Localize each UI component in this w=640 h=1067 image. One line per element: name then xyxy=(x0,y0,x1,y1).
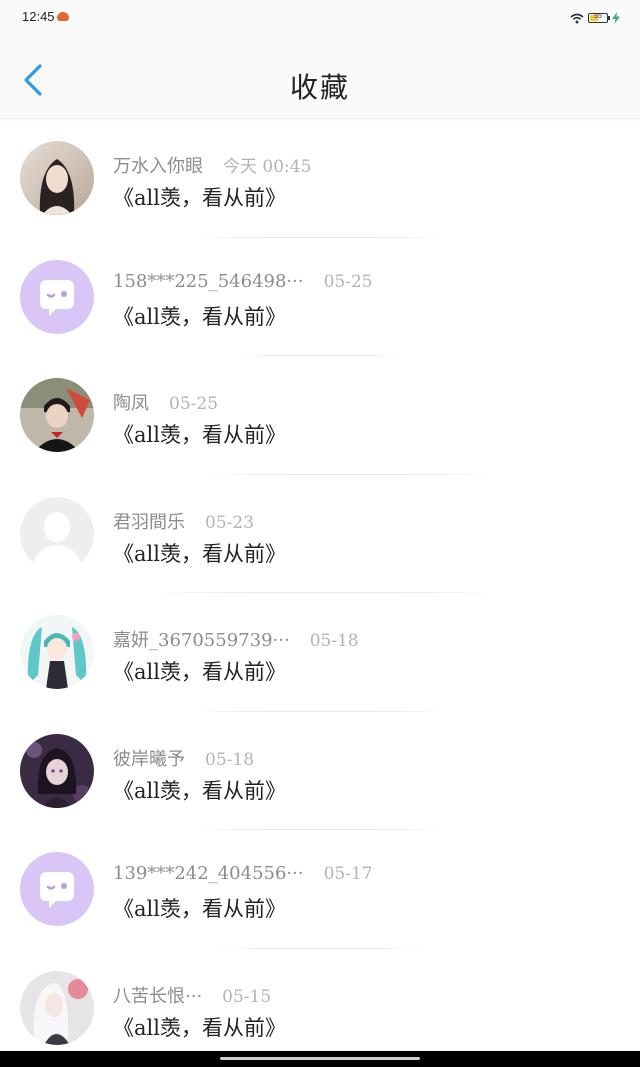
list-item[interactable]: 万水入你眼 今天 00:45 《all羡，看从前》 xyxy=(0,119,640,238)
default-person-avatar xyxy=(20,496,94,571)
username[interactable]: 万水入你眼 xyxy=(113,152,203,178)
battery-icon: 55 xyxy=(588,13,610,23)
item-time: 05-15 xyxy=(222,986,272,1007)
favorites-list: 万水入你眼 今天 00:45 《all羡，看从前》 158***225_5464… xyxy=(0,119,640,1067)
book-title[interactable]: 《all羡，看从前》 xyxy=(113,301,286,331)
item-time: 05-17 xyxy=(323,864,373,884)
avatar[interactable] xyxy=(20,615,94,689)
book-title[interactable]: 《all羡，看从前》 xyxy=(113,419,286,449)
item-time: 05-25 xyxy=(323,271,373,292)
list-item[interactable]: 君羽間乐 05-23 《all羡，看从前》 xyxy=(0,475,640,593)
username[interactable]: 158***225_546498··· xyxy=(113,271,304,292)
list-item[interactable]: 139***242_404556··· 05-17 《all羡，看从前》 xyxy=(0,830,640,949)
username[interactable]: 彼岸曦予 xyxy=(113,745,185,771)
username[interactable]: 君羽間乐 xyxy=(113,508,185,534)
username[interactable]: 139***242_404556··· xyxy=(113,863,304,884)
username[interactable]: 嘉妍_3670559739··· xyxy=(113,626,290,652)
avatar[interactable] xyxy=(20,141,94,215)
avatar[interactable] xyxy=(20,733,94,808)
status-icons: 55 xyxy=(570,10,620,26)
avatar[interactable] xyxy=(20,852,94,926)
item-time: 05-18 xyxy=(309,631,359,651)
default-chat-avatar xyxy=(20,852,94,926)
avatar[interactable] xyxy=(20,259,94,334)
item-meta: 彼岸曦予 05-18 xyxy=(113,745,254,771)
anime-white-hair-avatar xyxy=(20,970,94,1045)
list-item[interactable]: 嘉妍_3670559739··· 05-18 《all羡，看从前》 xyxy=(0,593,640,712)
item-time: 05-18 xyxy=(205,749,255,770)
book-title[interactable]: 《all羡，看从前》 xyxy=(113,893,286,923)
item-meta: 万水入你眼 今天 00:45 xyxy=(113,152,311,178)
list-item[interactable]: 陶凤 05-25 《all羡，看从前》 xyxy=(0,356,640,475)
item-time: 今天 00:45 xyxy=(223,157,312,177)
book-title[interactable]: 《all羡，看从前》 xyxy=(113,1012,286,1042)
username[interactable]: 八苦长恨··· xyxy=(113,982,202,1008)
favorites-screen: 12:45 55 收藏 万水入你眼 今天 00:45 《all羡，看从前》 15… xyxy=(0,0,640,1067)
list-item[interactable]: 八苦长恨··· 05-15 《all羡，看从前》 xyxy=(0,949,640,1067)
item-meta: 嘉妍_3670559739··· 05-18 xyxy=(113,626,359,652)
anime-teal-avatar xyxy=(20,615,94,689)
system-navigation-bar xyxy=(0,1051,640,1067)
status-time: 12:45 xyxy=(22,9,55,24)
default-chat-avatar xyxy=(20,259,94,334)
item-meta: 158***225_546498··· 05-25 xyxy=(113,271,373,292)
avatar[interactable] xyxy=(20,496,94,571)
list-item[interactable]: 彼岸曦予 05-18 《all羡，看从前》 xyxy=(0,712,640,830)
status-bar: 12:45 55 xyxy=(0,0,640,36)
item-time: 05-23 xyxy=(205,512,255,533)
nav-bar: 收藏 xyxy=(0,36,640,119)
avatar[interactable] xyxy=(20,378,94,452)
charging-icon xyxy=(612,12,620,24)
avatar[interactable] xyxy=(20,970,94,1045)
book-title[interactable]: 《all羡，看从前》 xyxy=(113,775,286,805)
photo-boy-avatar xyxy=(20,378,94,452)
item-meta: 139***242_404556··· 05-17 xyxy=(113,863,373,884)
list-item[interactable]: 158***225_546498··· 05-25 《all羡，看从前》 xyxy=(0,238,640,356)
wifi-icon xyxy=(570,13,584,24)
item-time: 05-25 xyxy=(169,394,219,414)
item-meta: 八苦长恨··· 05-15 xyxy=(113,982,271,1008)
home-indicator[interactable] xyxy=(220,1057,420,1060)
battery-cap xyxy=(608,16,610,20)
username[interactable]: 陶凤 xyxy=(113,389,149,415)
battery-level-text: 55 xyxy=(594,13,602,20)
book-title[interactable]: 《all羡，看从前》 xyxy=(113,538,286,568)
item-meta: 陶凤 05-25 xyxy=(113,389,218,415)
photo-girl-avatar xyxy=(20,141,94,215)
book-title[interactable]: 《all羡，看从前》 xyxy=(113,656,286,686)
anime-dark-avatar xyxy=(20,733,94,808)
app-notification-icon xyxy=(57,12,69,21)
item-meta: 君羽間乐 05-23 xyxy=(113,508,254,534)
page-title: 收藏 xyxy=(289,71,350,104)
book-title[interactable]: 《all羡，看从前》 xyxy=(113,182,286,212)
